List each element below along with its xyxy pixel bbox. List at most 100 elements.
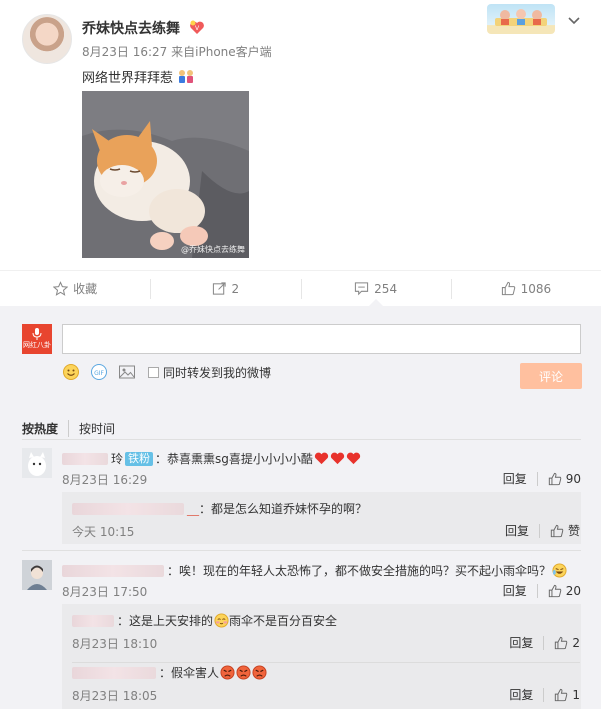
comment-like-button[interactable]: 20	[548, 584, 581, 598]
reply-item: __ ：都是怎么知道乔妹怀孕的啊？ 今天 10:15 回复 赞	[72, 500, 580, 540]
post-text: 网络世界拜拜惹	[82, 67, 195, 86]
comment-text: ：唉！现在的年轻人太恐怖了，都不做安全措施的吗？买不起小雨伞吗？	[167, 564, 552, 578]
my-avatar[interactable]: 网红八卦	[22, 324, 52, 354]
my-avatar-caption: 网红八卦	[23, 341, 51, 349]
heart-icon	[346, 452, 361, 465]
comment-body: ：唉！现在的年轻人太恐怖了，都不做安全措施的吗？买不起小雨伞吗？	[62, 562, 567, 579]
star-icon	[53, 281, 69, 296]
divider	[543, 687, 545, 702]
replier-name-blurred[interactable]	[72, 666, 156, 679]
chevron-down-icon[interactable]	[566, 12, 582, 28]
angry-emoji-icon	[220, 665, 235, 680]
photo-watermark: @乔妹快点去练舞	[181, 245, 245, 254]
reply-button[interactable]: 回复	[503, 582, 527, 599]
compose-tools: GIF 同时转发到我的微博	[62, 363, 271, 381]
comment-count: 254	[374, 281, 398, 296]
commenter-name-tail[interactable]: 玲	[111, 450, 123, 467]
reply-actions: 回复 赞	[505, 522, 580, 539]
angry-emoji-icon	[236, 665, 251, 680]
comment-actions: 回复 90	[503, 470, 581, 487]
vip-badge-icon[interactable]: V	[189, 19, 205, 35]
reply-like-button[interactable]: 1	[554, 688, 580, 702]
thumbs-up-icon	[501, 281, 515, 296]
reply-button[interactable]: 回复	[509, 634, 533, 651]
comment-like-count: 90	[565, 471, 581, 486]
laugh-cry-emoji-icon	[552, 563, 567, 578]
reply-like-button[interactable]: 2	[554, 636, 580, 650]
divider	[536, 583, 538, 598]
commenter-name-blurred[interactable]	[62, 452, 108, 465]
post-source[interactable]: iPhone客户端	[195, 45, 272, 59]
reply-text-after: 雨伞不是百分百安全	[229, 614, 338, 628]
sort-by-hot-tab[interactable]: 按热度	[22, 420, 68, 437]
image-icon[interactable]	[118, 363, 136, 381]
commenter-name-blurred[interactable]	[62, 564, 164, 577]
reply-button[interactable]: 回复	[509, 686, 533, 703]
checkbox-box[interactable]	[148, 366, 159, 378]
replier-name-blurred[interactable]	[72, 614, 114, 627]
commenter-avatar[interactable]	[22, 560, 52, 590]
post-photo[interactable]: @乔妹快点去练舞	[82, 91, 249, 258]
reply-text: ：这是上天安排的	[117, 614, 214, 628]
comment-icon	[355, 282, 369, 296]
reply-text: ：都是怎么知道乔妹怀孕的啊？	[199, 502, 368, 516]
replies-box: __ ：都是怎么知道乔妹怀孕的啊？ 今天 10:15 回复 赞	[62, 492, 581, 544]
repost-label: 同时转发到我的微博	[163, 365, 272, 380]
comment-like-count: 20	[565, 583, 581, 598]
replier-name-tail[interactable]: __	[187, 502, 199, 516]
fan-badge[interactable]: 铁粉	[125, 451, 154, 466]
like-count: 1086	[520, 281, 552, 296]
decorative-banner[interactable]	[487, 4, 555, 34]
comment-text: ：恭喜熏熏sg喜提小小小小酷	[155, 452, 313, 466]
thumbs-up-icon	[555, 688, 568, 701]
replier-name-blurred[interactable]	[72, 502, 184, 515]
comment-item: ：唉！现在的年轻人太恐怖了，都不做安全措施的吗？买不起小雨伞吗？ 8月23日 1…	[22, 560, 581, 600]
reply-body: ：假伞害人	[72, 664, 267, 681]
submit-comment-button[interactable]: 评论	[520, 363, 582, 389]
like-button[interactable]: 1086	[450, 271, 601, 306]
reply-actions: 回复 1	[509, 686, 580, 703]
reply-button[interactable]: 回复	[503, 470, 527, 487]
forward-icon	[212, 282, 226, 295]
favorite-button[interactable]: 收藏	[0, 271, 150, 306]
reply-body: __ ：都是怎么知道乔妹怀孕的啊？	[72, 500, 367, 517]
comment-input[interactable]	[62, 324, 581, 354]
heart-icon	[330, 452, 345, 465]
comment-time: 8月23日 17:50	[62, 585, 148, 599]
shy-emoji-icon	[214, 613, 229, 628]
author-avatar[interactable]	[22, 14, 72, 64]
divider	[72, 662, 580, 663]
thumbs-up-icon	[555, 636, 568, 649]
comment-body: 玲 铁粉 ：恭喜熏熏sg喜提小小小小酷	[62, 450, 361, 467]
post-date[interactable]: 8月23日 16:27	[82, 45, 167, 59]
comment-actions: 回复 20	[503, 582, 581, 599]
banner-illustration-icon	[495, 9, 547, 26]
comment-sort-tabs: 按热度 按时间	[22, 420, 125, 437]
angry-emoji-icon	[252, 665, 267, 680]
reply-like-button[interactable]: 赞	[550, 522, 580, 539]
thumbs-up-icon	[548, 472, 562, 485]
reply-time: 今天 10:15	[72, 525, 135, 539]
sleeping-cat-image	[82, 91, 249, 258]
comment-item: 玲 铁粉 ：恭喜熏熏sg喜提小小小小酷 8月23日 16:29 回复 90	[22, 448, 581, 488]
divider	[543, 635, 545, 650]
divider	[22, 439, 581, 440]
commenter-avatar[interactable]	[22, 448, 52, 478]
divider	[538, 523, 540, 538]
divider	[536, 471, 538, 486]
forward-count: 2	[231, 281, 240, 296]
post-meta: 8月23日 16:27 来自iPhone客户端	[82, 43, 272, 60]
comment-caret	[369, 299, 383, 306]
reply-button[interactable]: 回复	[505, 522, 529, 539]
sort-by-time-tab[interactable]: 按时间	[68, 420, 125, 437]
comment-like-button[interactable]: 90	[548, 472, 581, 486]
favorite-label: 收藏	[73, 282, 98, 296]
forward-button[interactable]: 2	[150, 271, 300, 306]
author-name[interactable]: 乔妹快点去练舞	[82, 18, 180, 38]
gif-icon[interactable]: GIF	[90, 363, 108, 381]
post-source-prefix: 来自	[171, 45, 196, 59]
emoji-icon[interactable]	[62, 363, 80, 381]
repost-checkbox[interactable]: 同时转发到我的微博	[148, 364, 271, 381]
thumbs-up-icon	[548, 584, 562, 597]
comment-time: 8月23日 16:29	[62, 473, 148, 487]
